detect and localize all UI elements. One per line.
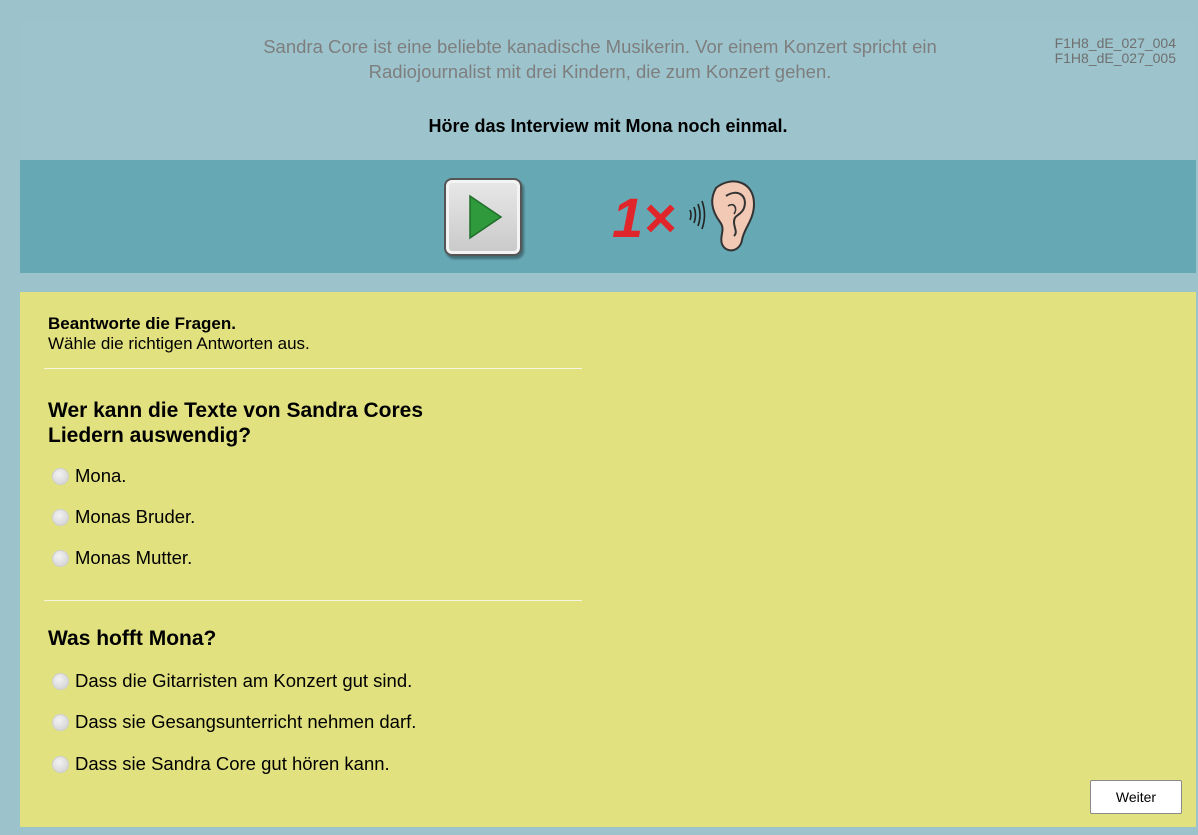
radio-button[interactable] [52, 672, 69, 690]
option-label: Monas Mutter. [75, 547, 193, 568]
ear-icon [711, 180, 756, 252]
question-1-line-1: Wer kann die Texte von Sandra Cores [48, 399, 424, 422]
next-button[interactable]: Weiter [1090, 780, 1182, 814]
page-background: Sandra Core ist eine beliebte kanadische… [0, 0, 1198, 835]
item-code: F1H8_dE_027_004 [1054, 35, 1176, 51]
radio-option[interactable]: Monas Mutter. [52, 547, 192, 569]
intro-line-1: Sandra Core ist eine beliebte kanadische… [263, 36, 937, 57]
radio-option[interactable]: Dass die Gitarristen am Konzert gut sind… [52, 670, 412, 692]
question-2-text: Was hofft Mona? [48, 626, 568, 651]
divider [44, 600, 582, 601]
task-subtitle: Wähle die richtigen Antworten aus. [48, 334, 310, 353]
radio-option[interactable]: Mona. [52, 465, 126, 487]
intro-line-2: Radiojournalist mit drei Kindern, die zu… [368, 61, 832, 82]
question-1-line-2: Liedern auswendig? [48, 424, 252, 447]
option-label: Mona. [75, 465, 127, 486]
radio-option[interactable]: Monas Bruder. [52, 506, 195, 528]
intro-text: Sandra Core ist eine beliebte kanadische… [170, 34, 1030, 84]
divider [44, 368, 582, 369]
radio-button[interactable] [52, 508, 69, 526]
radio-option[interactable]: Dass sie Sandra Core gut hören kann. [52, 753, 390, 775]
option-label: Dass sie Gesangsunterricht nehmen darf. [75, 711, 417, 732]
play-limit-indicator: 1× [598, 174, 758, 254]
radio-button[interactable] [52, 549, 69, 567]
sound-waves-icon [689, 200, 706, 230]
question-2-line-1: Was hofft Mona? [48, 627, 217, 650]
option-label: Dass die Gitarristen am Konzert gut sind… [75, 670, 413, 691]
audio-bar: 1× [20, 160, 1196, 273]
header-panel: Sandra Core ist eine beliebte kanadische… [20, 20, 1196, 160]
play-icon [469, 194, 503, 240]
radio-option[interactable]: Dass sie Gesangsunterricht nehmen darf. [52, 711, 416, 733]
task-title: Beantworte die Fragen. [48, 314, 236, 333]
svg-text:1×: 1× [612, 186, 676, 249]
listen-instruction: Höre das Interview mit Mona noch einmal. [428, 116, 788, 136]
item-codes: F1H8_dE_027_004 F1H8_dE_027_005 [1055, 36, 1176, 66]
radio-button[interactable] [52, 467, 69, 485]
radio-button[interactable] [52, 755, 69, 773]
question-panel: Beantworte die Fragen. Wähle die richtig… [20, 292, 1196, 827]
option-label: Dass sie Sandra Core gut hören kann. [75, 753, 390, 774]
radio-button[interactable] [52, 713, 69, 731]
limit-text: 1× [612, 186, 676, 249]
item-code: F1H8_dE_027_005 [1054, 50, 1176, 66]
option-label: Monas Bruder. [75, 506, 196, 527]
play-button[interactable] [444, 178, 522, 256]
question-1-text: Wer kann die Texte von Sandra Cores Lied… [48, 398, 568, 448]
